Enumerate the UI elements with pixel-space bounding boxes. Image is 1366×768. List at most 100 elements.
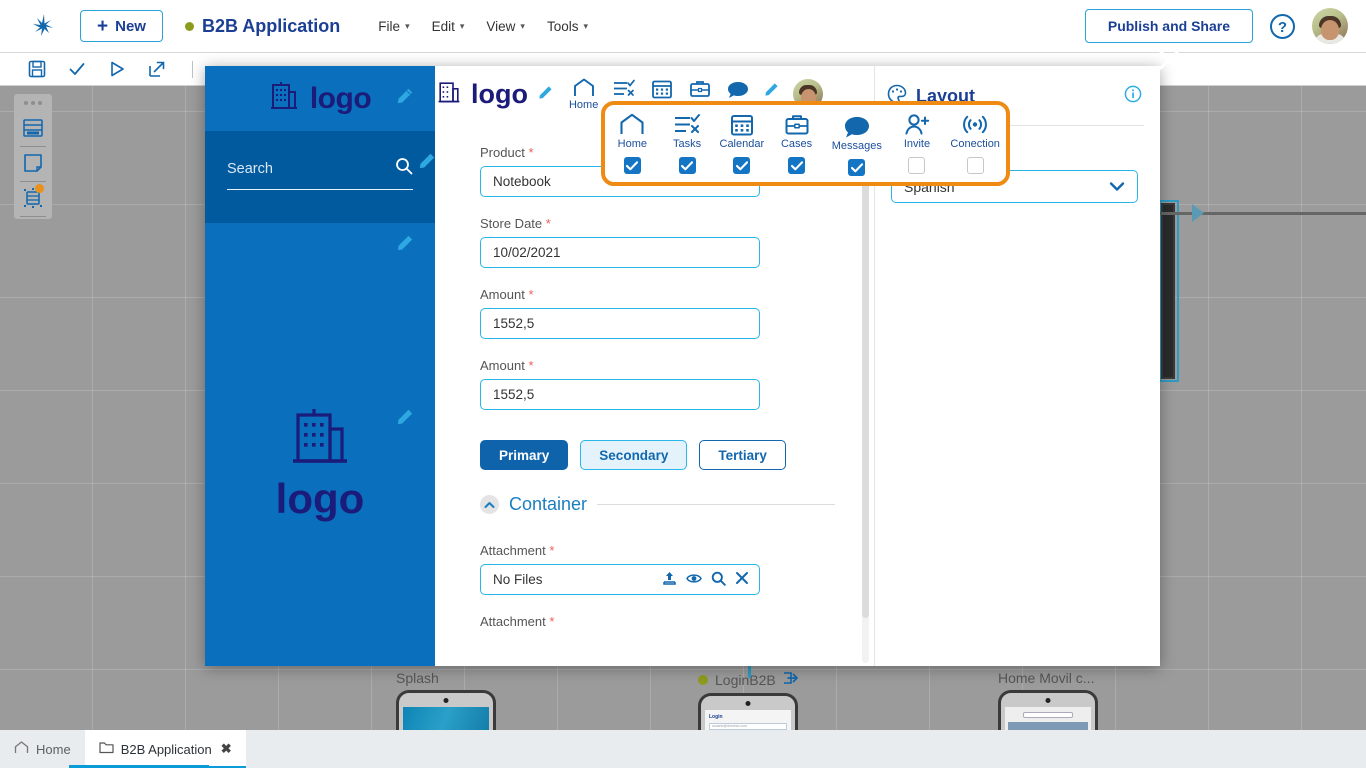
scrollbar-thumb[interactable] (862, 128, 869, 618)
secondary-button[interactable]: Secondary (580, 440, 687, 470)
menu-edit-label: Edit (432, 19, 455, 34)
device-label: Home Movil c... (998, 670, 1098, 686)
checkbox-tasks[interactable] (679, 157, 696, 174)
thumb-login-title: Login (709, 714, 791, 720)
clear-x-icon[interactable] (735, 571, 749, 588)
field-attachment-2: Attachment * (480, 614, 835, 629)
phone-frame-partial[interactable] (1161, 203, 1175, 379)
chevron-down-icon: ▾ (583, 21, 588, 32)
field-amount-1: Amount * 1552,5 (480, 287, 835, 339)
pencil-icon[interactable] (538, 85, 553, 105)
page-icon[interactable] (22, 147, 44, 181)
attachment-input-1[interactable]: No Files (480, 564, 760, 595)
field-store-date: Store Date * 10/02/2021 (480, 216, 835, 268)
search-input[interactable]: Search (227, 157, 413, 190)
checkbox-home[interactable] (624, 157, 641, 174)
menu-file[interactable]: File ▾ (378, 19, 409, 34)
device-title: Splash (396, 670, 439, 686)
phone-frame[interactable]: Login usuario@dominio.com password (698, 693, 798, 730)
close-icon[interactable] (1158, 49, 1180, 71)
checkbox-messages[interactable] (848, 159, 865, 176)
required-marker: * (549, 614, 554, 629)
avatar[interactable] (1312, 8, 1348, 44)
chevron-up-icon[interactable] (480, 495, 499, 514)
menu-tools[interactable]: Tools ▾ (547, 19, 588, 34)
info-icon[interactable] (1124, 85, 1142, 108)
nav-item-home[interactable]: Home (569, 78, 598, 111)
mobile-body: logo (205, 223, 435, 666)
checkbox-conection[interactable] (967, 157, 984, 174)
phone-frame[interactable] (998, 690, 1098, 730)
save-icon[interactable] (28, 60, 46, 78)
nav-item-messages[interactable] (726, 78, 750, 100)
publish-and-share-button[interactable]: Publish and Share (1085, 9, 1253, 43)
layout-template-icon[interactable] (22, 112, 44, 146)
tab-b2b-application[interactable]: B2B Application ✖ (85, 730, 246, 768)
overlay-item-conection[interactable]: Conection (944, 113, 1006, 174)
phone-notch (444, 698, 449, 703)
field-label: Attachment * (480, 543, 835, 558)
export-icon[interactable] (148, 60, 166, 78)
overlay-item-invite[interactable]: Invite (890, 113, 945, 174)
form-scroll-area[interactable]: Product * Notebook Store Date * 10/02/20… (435, 123, 875, 666)
attachment-actions (662, 571, 749, 589)
pencil-icon[interactable] (397, 88, 413, 109)
pencil-icon[interactable] (764, 82, 779, 102)
field-label: Store Date * (480, 216, 835, 231)
tab-home[interactable]: Home (0, 730, 85, 768)
required-marker: * (528, 145, 533, 160)
overlay-item-calendar[interactable]: Calendar (714, 113, 769, 174)
genexus-logo-icon[interactable] (18, 11, 70, 41)
field-label-text: Amount (480, 358, 525, 373)
device-card-home-movil[interactable]: Home Movil c... (998, 670, 1098, 730)
field-label-text: Store Date (480, 216, 542, 231)
store-date-input[interactable]: 10/02/2021 (480, 237, 760, 268)
nav-items-overlay: Home Tasks Calendar Cases Messages (601, 101, 1010, 186)
amount-input-1[interactable]: 1552,5 (480, 308, 760, 339)
menu-edit[interactable]: Edit ▾ (432, 19, 465, 34)
checkbox-cases[interactable] (788, 157, 805, 174)
components-icon[interactable] (22, 182, 44, 216)
upload-icon[interactable] (662, 571, 677, 589)
menu-tools-label: Tools (547, 19, 579, 34)
run-icon[interactable] (108, 60, 126, 78)
question-circle-icon[interactable]: ? (1269, 13, 1296, 40)
section-title: Container (509, 494, 587, 515)
section-divider (597, 504, 835, 505)
chevron-down-icon[interactable] (1109, 179, 1125, 195)
pencil-icon[interactable] (419, 153, 435, 174)
drag-handle-dots[interactable] (24, 101, 42, 105)
checkbox-invite[interactable] (908, 157, 925, 174)
device-title: LoginB2B (715, 672, 776, 688)
new-button[interactable]: + New (80, 10, 163, 42)
search-icon[interactable] (395, 157, 413, 180)
section-container-header[interactable]: Container (480, 494, 835, 515)
primary-button[interactable]: Primary (480, 440, 568, 470)
phone-frame[interactable] (396, 690, 496, 730)
check-icon[interactable] (68, 60, 86, 78)
eye-icon[interactable] (686, 572, 702, 588)
device-card-splash[interactable]: Splash (396, 670, 496, 730)
nav-item-calendar[interactable] (650, 78, 674, 99)
search-icon[interactable] (711, 571, 726, 589)
overlay-item-home[interactable]: Home (605, 113, 660, 174)
checkbox-calendar[interactable] (733, 157, 750, 174)
menu-view[interactable]: View ▾ (486, 19, 525, 34)
tertiary-button[interactable]: Tertiary (699, 440, 786, 470)
phone-screen (1005, 707, 1091, 730)
overlay-item-tasks[interactable]: Tasks (660, 113, 715, 174)
pencil-icon[interactable] (397, 235, 413, 256)
phone-notch (1046, 698, 1051, 703)
nav-item-tasks[interactable] (612, 78, 636, 99)
device-card-loginb2b[interactable]: LoginB2B Login usuario@dominio.com passw… (698, 670, 799, 730)
overlay-item-messages[interactable]: Messages (824, 113, 890, 176)
nav-item-cases[interactable] (688, 78, 712, 99)
overlay-item-label: Conection (950, 138, 1000, 150)
overlay-item-label: Messages (832, 140, 882, 152)
overlay-item-label: Invite (904, 138, 930, 150)
amount-input-2[interactable]: 1552,5 (480, 379, 760, 410)
close-icon[interactable]: ✖ (221, 741, 232, 757)
chevron-down-icon: ▾ (520, 21, 525, 32)
phone-screen (403, 707, 489, 730)
overlay-item-cases[interactable]: Cases (769, 113, 824, 174)
